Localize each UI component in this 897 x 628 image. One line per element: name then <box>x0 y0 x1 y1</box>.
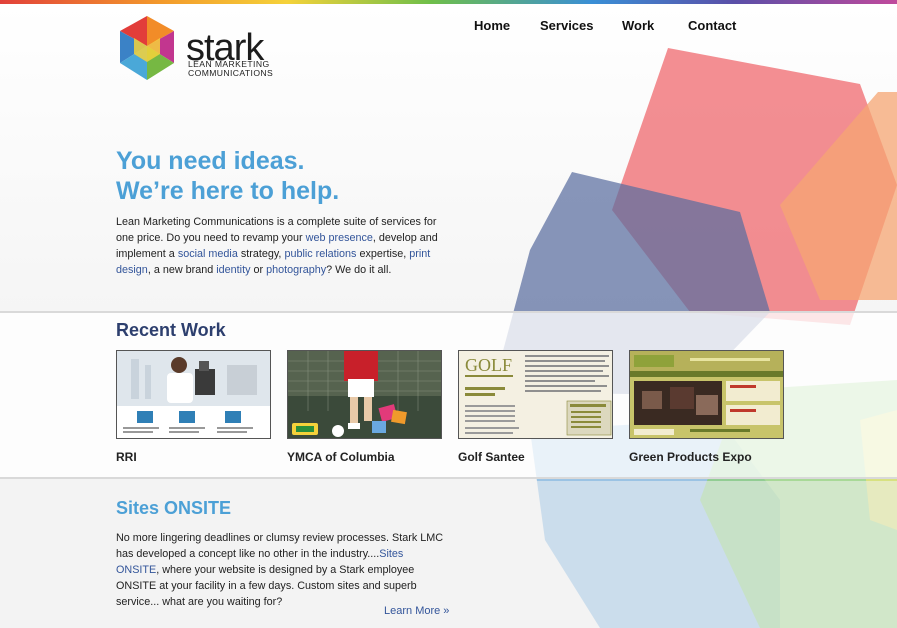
work-label-golf[interactable]: Golf Santee <box>458 450 525 464</box>
work-thumb-ymca[interactable] <box>287 350 442 439</box>
work-thumb-rri[interactable] <box>116 350 271 439</box>
hero-text-part: expertise, <box>356 248 410 260</box>
learn-more-link[interactable]: Learn More » <box>384 605 449 617</box>
hero-title-line1: You need ideas. <box>116 147 305 175</box>
rri-thumbnail-image <box>117 351 270 438</box>
hexagon-logo-icon <box>120 16 174 80</box>
link-photography[interactable]: photography <box>266 264 326 276</box>
ymca-thumbnail-image <box>288 351 441 438</box>
recent-work-title: Recent Work <box>116 320 226 340</box>
golf-thumbnail-image: GOLF <box>459 351 612 438</box>
onsite-text-part: , where your website is designed by a St… <box>116 564 417 608</box>
link-web-presence[interactable]: web presence <box>306 232 373 244</box>
hero-title-line2: We’re here to help. <box>116 177 340 205</box>
hero-text-part: strategy, <box>237 248 285 260</box>
link-public-relations[interactable]: public relations <box>284 248 356 260</box>
work-label-rri[interactable]: RRI <box>116 450 137 464</box>
hero-text-part: , a new brand <box>147 264 217 276</box>
nav-home[interactable]: Home <box>474 18 510 33</box>
svg-text:GOLF: GOLF <box>465 355 512 375</box>
expo-thumbnail-image <box>630 351 783 438</box>
logo-tagline-line2: COMMUNICATIONS <box>188 68 274 78</box>
work-label-ymca[interactable]: YMCA of Columbia <box>287 450 395 464</box>
logo-tagline: LEAN MARKETING COMMUNICATIONS <box>188 60 273 78</box>
hero-text-part: or <box>250 264 267 276</box>
nav-services[interactable]: Services <box>540 18 594 33</box>
work-thumb-golf[interactable]: GOLF <box>458 350 613 439</box>
work-label-expo[interactable]: Green Products Expo <box>629 450 752 464</box>
hero-text-part: ? We do it all. <box>326 264 392 276</box>
work-thumb-expo[interactable] <box>629 350 784 439</box>
stark-logo[interactable]: stark LEAN MARKETING COMMUNICATIONS <box>116 16 276 84</box>
nav-contact[interactable]: Contact <box>688 18 736 33</box>
hero-description: Lean Marketing Communications is a compl… <box>116 214 446 278</box>
link-social-media[interactable]: social media <box>178 248 238 260</box>
link-identity[interactable]: identity <box>216 264 250 276</box>
onsite-title: Sites ONSITE <box>116 498 232 518</box>
onsite-description: No more lingering deadlines or clumsy re… <box>116 530 446 610</box>
nav-work[interactable]: Work <box>622 18 654 33</box>
hero-title: You need ideas. We’re here to help. <box>116 146 339 206</box>
